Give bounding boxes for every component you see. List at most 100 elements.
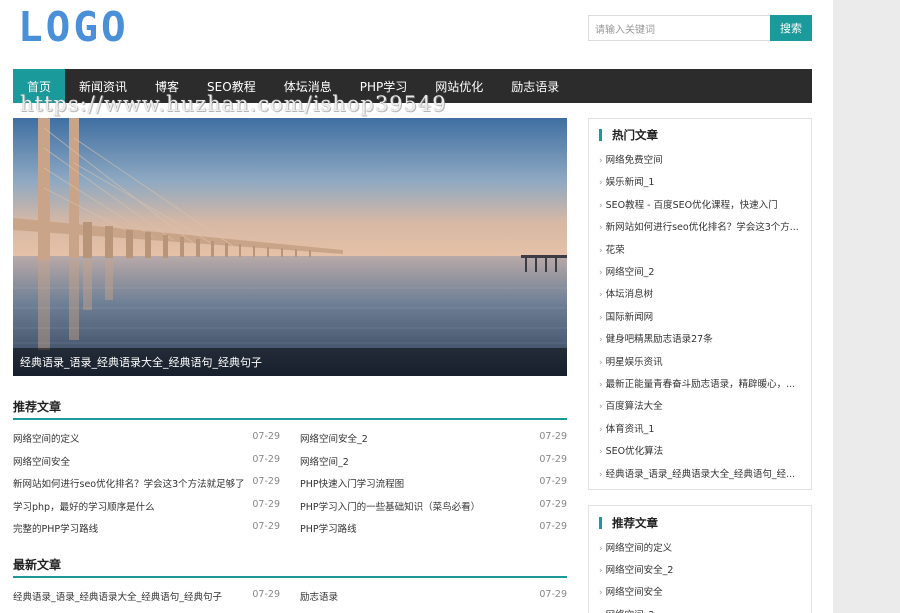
article-date: 07-29 [539, 521, 567, 532]
article-date: 07-29 [539, 453, 567, 465]
sidebar-link-label[interactable]: 花荣 [606, 245, 625, 256]
article-date: 07-29 [252, 589, 280, 600]
chevron-right-icon: › [599, 245, 603, 256]
sidebar-link-label[interactable]: SEO优化算法 [606, 446, 664, 457]
article-title[interactable]: 新网站如何进行seo优化排名？学会这3个方法就足够了 [13, 476, 245, 490]
article-row[interactable]: 经典语录_语录_经典语录大全_经典语句_经典句子 07-29 [13, 589, 280, 603]
chevron-right-icon: › [599, 312, 603, 323]
sidebar-link[interactable]: › SEO优化算法 [599, 443, 803, 457]
sidebar-link[interactable]: › 娱乐新闻_1 [599, 174, 803, 188]
sidebar-link[interactable]: › 最新正能量青春奋斗励志语录，精辟暖心，... [599, 376, 803, 390]
nav-item-1[interactable]: 新闻资讯 [65, 69, 141, 103]
sidebar-link[interactable]: › 网络空间安全_2 [599, 562, 803, 576]
nav-item-5[interactable]: PHP学习 [346, 69, 422, 103]
article-title[interactable]: 网络空间安全 [13, 454, 70, 468]
sidebar-link[interactable]: › 体坛消息树 [599, 286, 803, 300]
article-row[interactable]: 网络空间_2 07-29 [300, 454, 567, 468]
article-row[interactable]: 网络空间的定义 07-29 [13, 431, 280, 445]
article-date: 07-29 [252, 521, 280, 532]
sidebar-link-label[interactable]: 健身吧精黑励志语录27条 [606, 334, 713, 345]
article-row[interactable]: 新网站如何进行seo优化排名？学会这3个方法就足够了 07-29 [13, 476, 280, 490]
article-title[interactable]: PHP快速入门学习流程图 [300, 476, 404, 490]
chevron-right-icon: › [599, 200, 603, 211]
article-title[interactable]: 经典语录_语录_经典语录大全_经典语句_经典句子 [13, 589, 222, 603]
sidebar-link-label[interactable]: 网络空间安全_2 [606, 565, 674, 576]
sidebar-link-label[interactable]: 新网站如何进行seo优化排名？学会这3个方... [606, 222, 799, 233]
article-row[interactable]: 网络空间安全 07-29 [13, 454, 280, 468]
sidebar-link[interactable]: › 明星娱乐资讯 [599, 354, 803, 368]
sidebar-link[interactable]: › 经典语录_语录_经典语录大全_经典语句_经... [599, 466, 803, 480]
article-title[interactable]: 学习php，最好的学习顺序是什么 [13, 499, 155, 513]
site-logo[interactable]: LOGO [18, 4, 129, 50]
hero-caption[interactable]: 经典语录_语录_经典语录大全_经典语句_经典句子 [13, 348, 567, 376]
sidebar-link-label[interactable]: 网络空间的定义 [606, 543, 673, 554]
hot-articles-title: 热门文章 [599, 129, 658, 141]
sidebar-link-label[interactable]: 网络免费空间 [606, 155, 663, 166]
article-row[interactable]: 励志语录 07-29 [300, 589, 567, 603]
nav-item-3[interactable]: SEO教程 [193, 69, 270, 103]
sidebar-link-label[interactable]: 明星娱乐资讯 [606, 357, 663, 368]
chevron-right-icon: › [599, 380, 603, 390]
sidebar-link-label[interactable]: 经典语录_语录_经典语录大全_经典语句_经... [606, 469, 796, 480]
article-title[interactable]: 网络空间安全_2 [300, 431, 368, 445]
search-bar: 请输入关键词 搜索 [588, 15, 812, 41]
chevron-right-icon: › [599, 544, 603, 554]
sidebar-link[interactable]: › 花荣 [599, 242, 803, 256]
hot-articles-box: 热门文章 › 网络免费空间 › 娱乐新闻_1 › SEO教程 - 百度SEO优化课程，快速… [588, 118, 812, 490]
chevron-right-icon: › [599, 566, 603, 577]
article-row[interactable]: PHP学习路线 07-29 [300, 521, 567, 535]
sidebar-link-label[interactable]: 网络空间_2 [606, 267, 655, 278]
nav-item-2[interactable]: 博客 [141, 69, 193, 103]
article-title[interactable]: 网络空间的定义 [13, 431, 80, 445]
article-title[interactable]: PHP学习路线 [300, 521, 357, 535]
article-title[interactable]: 完整的PHP学习路线 [13, 521, 98, 535]
sidebar-link[interactable]: › 网络空间安全 [599, 584, 803, 598]
nav-item-7[interactable]: 励志语录 [497, 69, 573, 103]
sidebar-link-label[interactable]: 体坛消息树 [606, 289, 654, 300]
article-title[interactable]: PHP学习入门的一些基础知识（菜鸟必看） [300, 499, 480, 513]
sidebar-link-label[interactable]: 百度算法大全 [606, 401, 663, 412]
article-date: 07-29 [252, 498, 280, 510]
nav-item-0[interactable]: 首页 [13, 69, 66, 103]
article-title[interactable]: 网络空间_2 [300, 454, 349, 468]
article-date: 07-29 [252, 453, 280, 465]
sidebar-link[interactable]: › 体育资讯_1 [599, 421, 803, 435]
article-date: 07-29 [539, 476, 567, 487]
sidebar-link[interactable]: ›网络空间_2 [599, 264, 803, 278]
sidebar-link[interactable]: › 国际新闻网 [599, 309, 803, 323]
sidebar-link[interactable]: › 网络免费空间 [599, 152, 803, 166]
chevron-right-icon: › [599, 156, 603, 166]
article-title[interactable]: 励志语录 [300, 589, 338, 603]
sidebar-link-label[interactable]: SEO教程 - 百度SEO优化课程，快速入门 [606, 200, 778, 211]
sidebar-link[interactable]: ›网络空间_2 [599, 607, 803, 613]
sidebar-link[interactable]: › SEO教程 - 百度SEO优化课程，快速入门 [599, 197, 803, 211]
sidebar-link[interactable]: › 健身吧精黑励志语录27条 [599, 331, 803, 345]
sidebar-link-label[interactable]: 体育资讯_1 [606, 424, 655, 435]
recommended-divider [13, 418, 567, 420]
nav-item-4[interactable]: 体坛消息 [270, 69, 346, 103]
sidebar-link[interactable]: › 百度算法大全 [599, 398, 803, 412]
side-recommended-box: 推荐文章 ›网络空间的定义›网络空间安全_2›网络空间安全›网络空间_2 [588, 505, 812, 613]
search-input[interactable]: 请输入关键词 [588, 15, 770, 41]
chevron-right-icon: › [599, 268, 603, 278]
hero-banner[interactable]: 经典语录_语录_经典语录大全_经典语句_经典句子 [13, 118, 567, 376]
sidebar-link[interactable]: › 网络空间的定义 [599, 540, 803, 554]
article-row[interactable]: PHP快速入门学习流程图 07-29 [300, 476, 567, 490]
bridge-photo [13, 118, 567, 376]
article-row[interactable]: 网络空间安全_2 07-29 [300, 431, 567, 445]
chevron-right-icon: › [599, 335, 603, 346]
article-row[interactable]: PHP学习入门的一些基础知识（菜鸟必看） 07-29 [300, 499, 567, 513]
article-date: 07-29 [539, 498, 567, 510]
sidebar-link-label[interactable]: 网络空间_2 [606, 610, 655, 613]
sidebar-link-label[interactable]: 国际新闻网 [606, 312, 654, 323]
article-date: 07-29 [539, 589, 567, 600]
nav-item-6[interactable]: 网站优化 [421, 69, 497, 103]
sidebar-link-label[interactable]: 娱乐新闻_1 [606, 177, 655, 188]
sidebar-link-label[interactable]: 最新正能量青春奋斗励志语录，精辟暖心，... [606, 379, 796, 390]
article-row[interactable]: 完整的PHP学习路线 07-29 [13, 521, 280, 535]
sidebar-link[interactable]: › 新网站如何进行seo优化排名？学会这3个方... [599, 219, 803, 233]
article-date: 07-29 [539, 431, 567, 442]
article-row[interactable]: 学习php，最好的学习顺序是什么 07-29 [13, 499, 280, 513]
search-button[interactable]: 搜索 [770, 15, 812, 41]
sidebar-link-label[interactable]: 网络空间安全 [606, 587, 663, 598]
